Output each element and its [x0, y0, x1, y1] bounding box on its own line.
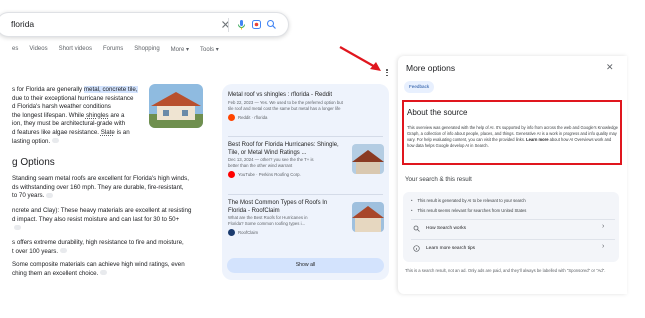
about-heading: About the source — [407, 108, 468, 117]
overview-line: ds withstanding over 160 mph. They are d… — [12, 183, 184, 191]
result-thumbnail[interactable] — [352, 202, 384, 232]
learn-more-link[interactable]: Learn more — [526, 137, 548, 142]
search-icon[interactable] — [265, 18, 278, 31]
result-title[interactable]: Florida - RoofClaim — [228, 208, 327, 216]
overview-line: due to their exceptional hurricane resis… — [12, 94, 134, 102]
tab-short-videos[interactable]: Short videos — [59, 46, 92, 53]
divider — [411, 239, 615, 240]
overview-line: the longest lifespan. While shingles are… — [12, 111, 125, 119]
link-icon[interactable] — [14, 225, 21, 231]
result-item[interactable]: Metal roof vs shingles : rflorida - Redd… — [228, 92, 343, 121]
overview-line: ncrete and Clay): These heavy materials … — [12, 207, 192, 214]
overview-line: d impact. They also resist moisture and … — [12, 215, 180, 223]
youtube-icon — [228, 171, 235, 179]
chevron-right-icon: › — [602, 243, 605, 250]
result-title[interactable]: The Most Common Types of Roofs In — [228, 200, 327, 208]
close-icon[interactable]: ✕ — [606, 62, 614, 73]
divider — [411, 219, 615, 220]
overview-line: d features like algae resistance. Slate … — [12, 129, 130, 136]
microphone-icon[interactable] — [235, 18, 248, 31]
result-snippet: better than the other wind warrant — [228, 163, 293, 169]
overview-line: s for Florida are generally metal, concr… — [12, 86, 138, 93]
roofclaim-icon — [228, 229, 235, 237]
result-item[interactable]: Best Roof for Florida Hurricanes: Shingl… — [228, 142, 339, 179]
source-results-card: Metal roof vs shingles : rflorida - Redd… — [222, 84, 389, 280]
section-heading: g Options — [12, 157, 55, 168]
search-tips-link[interactable]: Learn more search tips — [413, 245, 475, 252]
link-icon[interactable] — [60, 248, 68, 254]
overview-line: t over 100 years. — [12, 248, 68, 257]
result-snippet: tile roof and metal cost the same but me… — [228, 105, 341, 111]
search-tabs: es Videos Short videos Forums Shopping M… — [12, 46, 219, 53]
ad-disclaimer: This is a search result, not an ad. Only… — [405, 268, 606, 273]
result-title[interactable]: Tile, or Metal Wind Ratings ... — [228, 150, 339, 158]
more-options-panel: More options ✕ Feedback About the source… — [398, 56, 627, 294]
panel-title: More options — [406, 63, 456, 73]
result-source: Reddit · rflorida — [238, 114, 268, 120]
link-icon[interactable] — [100, 270, 108, 276]
info-bullet: This result is generated by AI to be rel… — [411, 198, 525, 203]
annotation-arrow-icon — [339, 46, 381, 71]
house-image[interactable] — [149, 84, 203, 128]
search-bar[interactable]: florida — [0, 12, 289, 37]
chevron-right-icon: › — [602, 223, 605, 230]
search-input[interactable]: florida — [11, 19, 34, 29]
show-all-button[interactable]: Show all — [227, 258, 384, 273]
info-icon — [413, 245, 420, 252]
about-source-box: About the source This overview was gener… — [402, 100, 622, 165]
result-title[interactable]: Metal roof vs shingles : rflorida - Redd… — [228, 92, 343, 100]
overview-line: to 70 years. — [12, 192, 54, 201]
search-info-box: This result is generated by AI to be rel… — [403, 192, 619, 262]
tab-more[interactable]: More ▾ — [171, 46, 189, 53]
search-icon — [413, 225, 420, 232]
divider — [228, 136, 383, 137]
divider — [228, 18, 229, 32]
result-title[interactable]: Best Roof for Florida Hurricanes: Shingl… — [228, 142, 339, 150]
how-search-works-link[interactable]: How Search works — [413, 225, 466, 232]
overview-line: ion, they must be architectural-grade wi… — [12, 120, 126, 128]
info-bullet: This result seems relevant for searches … — [411, 208, 526, 213]
overview-line: ching them an excellent choice. — [12, 270, 108, 279]
lens-icon[interactable] — [250, 18, 263, 31]
reddit-icon — [228, 113, 235, 121]
overview-line: s offers extreme durability, high resist… — [12, 239, 184, 246]
overview-line: Some composite materials can achieve hig… — [12, 261, 185, 268]
overview-line: d Florida's harsh weather conditions — [12, 103, 111, 111]
link-icon[interactable] — [52, 138, 60, 144]
overview-line — [12, 224, 21, 233]
tab-tools[interactable]: Tools ▾ — [200, 46, 219, 53]
link-icon[interactable] — [46, 193, 54, 199]
clear-icon[interactable] — [219, 18, 232, 31]
divider — [228, 194, 383, 195]
result-item[interactable]: The Most Common Types of Roofs In Florid… — [228, 200, 327, 237]
result-source: RoofClaim — [238, 230, 259, 236]
overview-line: lasting option. — [12, 138, 60, 147]
tab-images[interactable]: es — [12, 46, 18, 53]
result-thumbnail[interactable] — [352, 144, 384, 174]
section-heading: Your search & this result — [405, 176, 472, 183]
result-snippet: Florida? Some common roofing types i... — [228, 221, 306, 227]
feedback-button[interactable]: Feedback — [404, 81, 435, 93]
tab-forums[interactable]: Forums — [103, 46, 123, 53]
tab-shopping[interactable]: Shopping — [134, 46, 159, 53]
about-text: This overview was generated with the hel… — [407, 125, 618, 148]
result-snippet: Feb 22, 2023 — Yes. We used to be the pr… — [228, 99, 343, 105]
result-source: YouTube · Perkins Roofing Corp. — [238, 172, 301, 178]
overview-line: Standing seam metal roofs are excellent … — [12, 175, 189, 182]
tab-videos[interactable]: Videos — [29, 46, 47, 53]
